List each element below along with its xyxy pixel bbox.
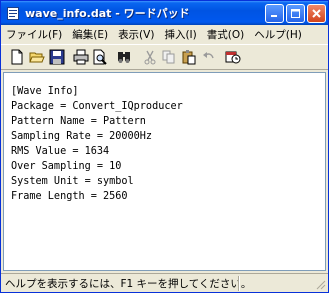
- insert-date-time-icon[interactable]: [225, 49, 241, 65]
- toolbar: [1, 44, 328, 70]
- new-document-icon[interactable]: [9, 49, 25, 65]
- document-line: Frame Length = 2560: [11, 191, 128, 202]
- status-help-text: ヘルプを表示するには、F1 キーを押してください。: [5, 277, 252, 290]
- cut-icon[interactable]: [142, 49, 158, 65]
- open-folder-icon[interactable]: [29, 49, 45, 65]
- print-preview-icon[interactable]: [92, 49, 108, 65]
- window-title: wave_info.dat - ワードパッド: [25, 7, 190, 20]
- close-icon: [312, 9, 321, 18]
- menu-help[interactable]: ヘルプ(H): [249, 27, 307, 42]
- menu-format[interactable]: 書式(O): [202, 27, 249, 42]
- menu-file[interactable]: ファイル(F): [1, 27, 67, 42]
- status-bar: ヘルプを表示するには、F1 キーを押してください。: [1, 273, 328, 292]
- menu-insert[interactable]: 挿入(I): [159, 27, 201, 42]
- maximize-icon: [291, 9, 300, 18]
- document-line: System Unit = symbol: [11, 176, 134, 187]
- document-line: Pattern Name = Pattern: [11, 116, 146, 127]
- menu-bar: ファイル(F) 編集(E) 表示(V) 挿入(I) 書式(O) ヘルプ(H): [1, 25, 328, 44]
- wordpad-window: wave_info.dat - ワードパッド ファイル(F) 編集(E) 表示(…: [0, 0, 329, 293]
- document-text-area[interactable]: [Wave Info] Package = Convert_IQproducer…: [3, 72, 326, 271]
- save-icon[interactable]: [49, 49, 65, 65]
- menu-view[interactable]: 表示(V): [113, 27, 159, 42]
- paste-icon[interactable]: [181, 49, 197, 65]
- resize-grip-icon[interactable]: [314, 278, 326, 290]
- document-line: Package = Convert_IQproducer: [11, 101, 183, 112]
- document-line: [Wave Info]: [11, 86, 79, 97]
- menu-edit[interactable]: 編集(E): [67, 27, 113, 42]
- find-icon[interactable]: [116, 49, 132, 65]
- status-divider: [238, 276, 240, 291]
- title-bar[interactable]: wave_info.dat - ワードパッド: [1, 1, 328, 25]
- minimize-button[interactable]: [265, 4, 284, 23]
- document-line: Sampling Rate = 20000Hz: [11, 131, 153, 142]
- wordpad-app-icon[interactable]: [7, 6, 19, 20]
- close-button[interactable]: [307, 4, 326, 23]
- maximize-button[interactable]: [286, 4, 305, 23]
- copy-icon[interactable]: [161, 49, 177, 65]
- document-line: Over Sampling = 10: [11, 161, 122, 172]
- minimize-icon: [271, 15, 277, 17]
- print-icon[interactable]: [73, 49, 89, 65]
- undo-icon[interactable]: [201, 49, 217, 65]
- document-line: RMS Value = 1634: [11, 146, 110, 157]
